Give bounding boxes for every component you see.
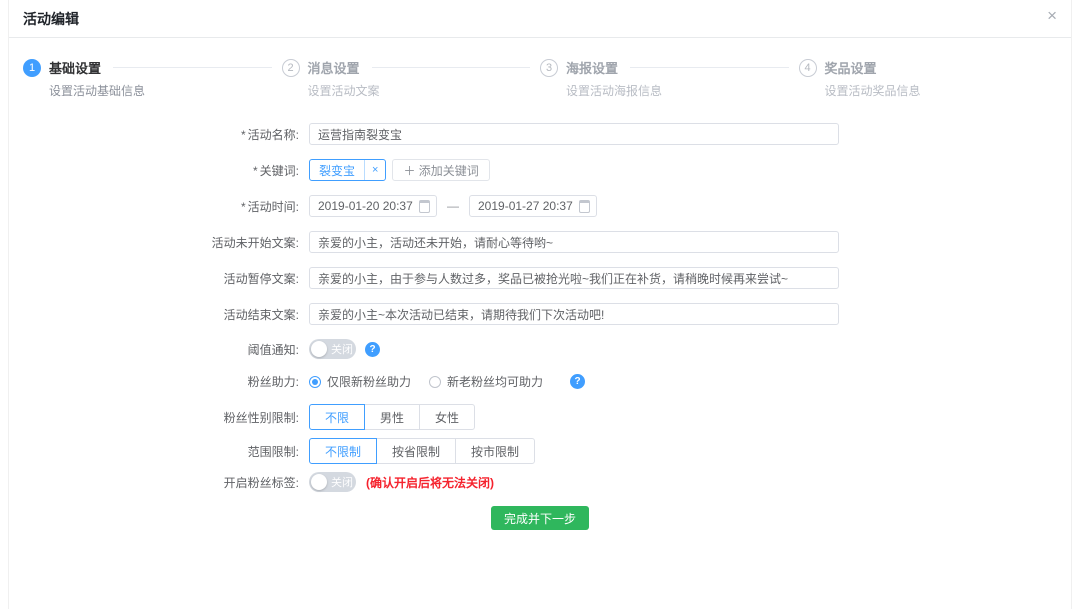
scope-city-button[interactable]: 按市限制 [455, 438, 535, 464]
step-1-title: 基础设置 [49, 58, 101, 77]
paused-copy-input[interactable] [309, 267, 839, 289]
calendar-icon [419, 200, 430, 213]
toggle-off-text: 关闭 [331, 474, 353, 490]
scope-limit-label: 范围限制: [9, 443, 309, 460]
step-4-title: 奖品设置 [825, 58, 877, 77]
radio-unselected-icon [429, 376, 441, 388]
stepper: 1 基础设置 设置活动基础信息 2 消息设置 设置活动文案 3 海报设置 设置活… [9, 58, 1071, 99]
toggle-off-text: 关闭 [331, 341, 353, 357]
step-3-title: 海报设置 [566, 58, 618, 77]
toggle-knob [311, 341, 327, 357]
step-3-desc: 设置活动海报信息 [566, 82, 799, 99]
form-row-activity-time: *活动时间: 2019-01-20 20:37 — 2019-01-27 20:… [9, 195, 1071, 217]
step-connector [372, 67, 530, 68]
not-started-copy-input[interactable] [309, 231, 839, 253]
radio-new-fans-only[interactable]: 仅限新粉丝助力 [309, 373, 411, 390]
ended-copy-label: 活动结束文案: [9, 306, 309, 323]
fan-tag-warning-text: (确认开启后将无法关闭) [366, 474, 494, 491]
scope-limit-group: 不限制 按省限制 按市限制 [309, 438, 535, 464]
step-4-number-icon: 4 [799, 59, 817, 77]
form-row-fan-assist: 粉丝助力: 仅限新粉丝助力 新老粉丝均可助力 ? [9, 373, 1071, 390]
form-footer: 完成并下一步 [9, 506, 1071, 530]
step-prize-settings: 4 奖品设置 设置活动奖品信息 [799, 58, 1058, 99]
start-date-value: 2019-01-20 20:37 [318, 199, 413, 213]
step-message-settings: 2 消息设置 设置活动文案 [282, 58, 541, 99]
activity-name-label: *活动名称: [9, 126, 309, 143]
keyword-tag-text: 裂变宝 [310, 162, 364, 179]
step-connector [113, 67, 271, 68]
ended-copy-input[interactable] [309, 303, 839, 325]
page-title: 活动编辑 [23, 11, 79, 27]
keyword-label: *关键词: [9, 162, 309, 179]
form-row-fan-tag: 开启粉丝标签: 关闭 (确认开启后将无法关闭) [9, 472, 1071, 492]
step-basic-settings: 1 基础设置 设置活动基础信息 [23, 58, 282, 99]
step-2-desc: 设置活动文案 [308, 82, 541, 99]
fan-tag-toggle[interactable]: 关闭 [309, 472, 356, 492]
gender-limit-label: 粉丝性别限制: [9, 409, 309, 426]
scope-province-button[interactable]: 按省限制 [376, 438, 456, 464]
form-row-threshold-notice: 阈值通知: 关闭 ? [9, 339, 1071, 359]
step-4-desc: 设置活动奖品信息 [825, 82, 1058, 99]
basic-settings-form: *活动名称: *关键词: 裂变宝 × ＋ 添加关键词 *活动时间: 2019-0… [9, 123, 1071, 530]
not-started-copy-label: 活动未开始文案: [9, 234, 309, 251]
close-icon[interactable]: × [1047, 7, 1057, 24]
radio-selected-icon [309, 376, 321, 388]
end-date-input[interactable]: 2019-01-27 20:37 [469, 195, 597, 217]
gender-female-button[interactable]: 女性 [419, 404, 475, 430]
date-range-separator: — [447, 199, 459, 213]
help-icon[interactable]: ? [570, 374, 585, 389]
form-row-keyword: *关键词: 裂变宝 × ＋ 添加关键词 [9, 159, 1071, 181]
radio-all-fans-label: 新老粉丝均可助力 [447, 373, 543, 390]
toggle-knob [311, 474, 327, 490]
step-poster-settings: 3 海报设置 设置活动海报信息 [540, 58, 799, 99]
step-1-desc: 设置活动基础信息 [49, 82, 282, 99]
submit-button[interactable]: 完成并下一步 [491, 506, 589, 530]
gender-limit-group: 不限 男性 女性 [309, 404, 475, 430]
scope-unlimited-button[interactable]: 不限制 [309, 438, 377, 464]
fan-tag-label: 开启粉丝标签: [9, 474, 309, 491]
paused-copy-label: 活动暂停文案: [9, 270, 309, 287]
form-row-activity-name: *活动名称: [9, 123, 1071, 145]
fan-assist-label: 粉丝助力: [9, 373, 309, 390]
threshold-notice-label: 阈值通知: [9, 341, 309, 358]
form-row-paused-copy: 活动暂停文案: [9, 267, 1071, 289]
help-icon[interactable]: ? [365, 342, 380, 357]
radio-new-fans-only-label: 仅限新粉丝助力 [327, 373, 411, 390]
step-3-number-icon: 3 [540, 59, 558, 77]
start-date-input[interactable]: 2019-01-20 20:37 [309, 195, 437, 217]
calendar-icon [579, 200, 590, 213]
modal-header: 活动编辑 × [9, 0, 1071, 38]
gender-unlimited-button[interactable]: 不限 [309, 404, 365, 430]
step-2-number-icon: 2 [282, 59, 300, 77]
activity-edit-modal: 活动编辑 × 1 基础设置 设置活动基础信息 2 消息设置 设置活动文案 3 海… [8, 0, 1072, 609]
activity-time-label: *活动时间: [9, 198, 309, 215]
form-row-not-started-copy: 活动未开始文案: [9, 231, 1071, 253]
gender-male-button[interactable]: 男性 [364, 404, 420, 430]
step-1-number-icon: 1 [23, 59, 41, 77]
keyword-tag: 裂变宝 × [309, 159, 386, 181]
form-row-scope-limit: 范围限制: 不限制 按省限制 按市限制 [9, 438, 1071, 464]
step-2-title: 消息设置 [308, 58, 360, 77]
form-row-gender-limit: 粉丝性别限制: 不限 男性 女性 [9, 404, 1071, 430]
form-row-ended-copy: 活动结束文案: [9, 303, 1071, 325]
end-date-value: 2019-01-27 20:37 [478, 199, 573, 213]
threshold-notice-toggle[interactable]: 关闭 [309, 339, 356, 359]
activity-name-input[interactable] [309, 123, 839, 145]
radio-all-fans[interactable]: 新老粉丝均可助力 [429, 373, 543, 390]
add-keyword-button[interactable]: ＋ 添加关键词 [392, 159, 489, 181]
keyword-remove-icon[interactable]: × [365, 164, 385, 176]
step-connector [630, 67, 788, 68]
